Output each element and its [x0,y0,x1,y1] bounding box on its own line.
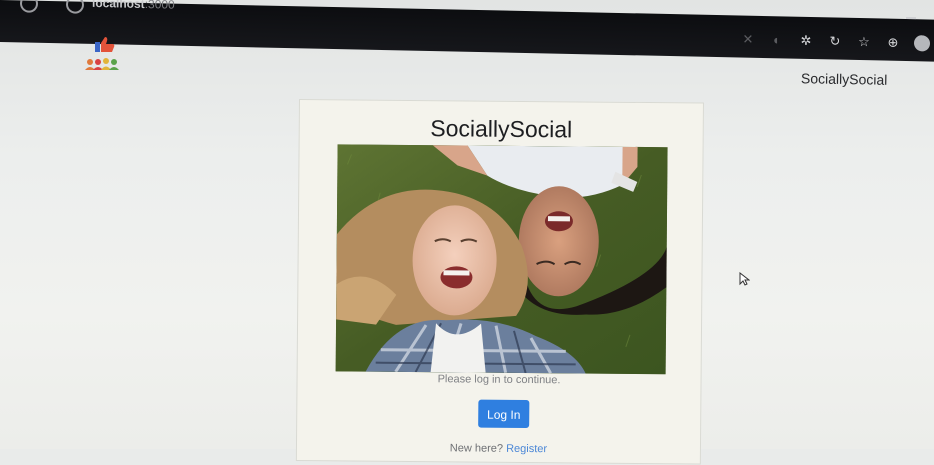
reload-icon[interactable] [20,0,38,13]
read-aloud-icon[interactable]: ◐ [769,32,785,48]
address-bar[interactable]: localhost:3000 [92,0,175,12]
login-card: SociallySocial Please log in to continue… [295,99,704,465]
logo-icon[interactable] [82,36,128,78]
url-host: localhost [92,0,145,12]
site-info-icon[interactable] [66,0,84,14]
minimize-icon[interactable] [906,16,916,20]
url-port: :3000 [144,0,175,12]
mouse-pointer-icon [739,272,750,286]
login-button[interactable]: Log In [478,399,530,429]
favorites-icon[interactable]: ☆ [856,34,872,50]
extensions-icon[interactable]: ✲ [798,33,814,49]
card-title: SociallySocial [430,115,573,143]
login-prompt: Please log in to continue. [437,373,561,387]
refresh-icon[interactable]: ↻ [827,33,843,49]
profile-avatar[interactable] [914,35,930,52]
translate-icon[interactable]: ✕ [740,32,756,48]
nav-brand-link[interactable]: SociallySocial [801,70,888,88]
collections-icon[interactable]: ⊕ [885,35,901,51]
hero-photo [335,144,668,375]
